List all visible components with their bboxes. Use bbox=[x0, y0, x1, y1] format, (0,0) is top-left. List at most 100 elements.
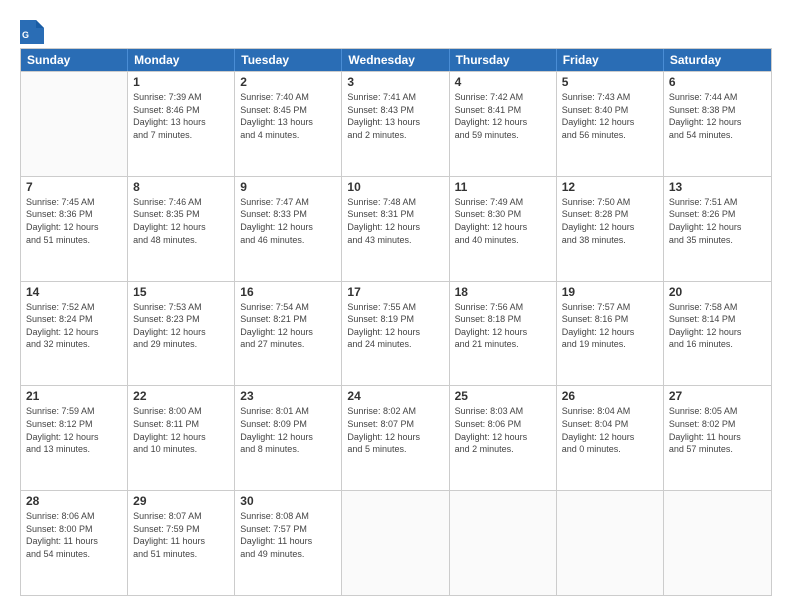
cell-line: Sunset: 8:35 PM bbox=[133, 208, 229, 221]
cell-line: and 46 minutes. bbox=[240, 234, 336, 247]
day-cell-13: 13Sunrise: 7:51 AMSunset: 8:26 PMDayligh… bbox=[664, 177, 771, 281]
empty-cell bbox=[664, 491, 771, 595]
cell-line: and 43 minutes. bbox=[347, 234, 443, 247]
cell-line: Sunrise: 8:03 AM bbox=[455, 405, 551, 418]
day-number: 12 bbox=[562, 180, 658, 194]
cell-line: Daylight: 12 hours bbox=[240, 326, 336, 339]
cell-line: Daylight: 12 hours bbox=[562, 431, 658, 444]
header-day-tuesday: Tuesday bbox=[235, 49, 342, 71]
svg-text:G: G bbox=[22, 30, 29, 40]
cell-line: and 57 minutes. bbox=[669, 443, 766, 456]
cell-line: Sunrise: 8:01 AM bbox=[240, 405, 336, 418]
cell-line: and 35 minutes. bbox=[669, 234, 766, 247]
empty-cell bbox=[450, 491, 557, 595]
cell-line: Sunset: 8:45 PM bbox=[240, 104, 336, 117]
cell-line: and 0 minutes. bbox=[562, 443, 658, 456]
cell-line: Sunrise: 7:42 AM bbox=[455, 91, 551, 104]
cell-line: Sunrise: 8:00 AM bbox=[133, 405, 229, 418]
cell-line: Daylight: 12 hours bbox=[240, 221, 336, 234]
empty-cell bbox=[342, 491, 449, 595]
cell-line: Sunrise: 7:53 AM bbox=[133, 301, 229, 314]
week-row-2: 7Sunrise: 7:45 AMSunset: 8:36 PMDaylight… bbox=[21, 176, 771, 281]
day-cell-17: 17Sunrise: 7:55 AMSunset: 8:19 PMDayligh… bbox=[342, 282, 449, 386]
cell-line: and 54 minutes. bbox=[669, 129, 766, 142]
cell-line: Sunset: 8:30 PM bbox=[455, 208, 551, 221]
cell-line: and 49 minutes. bbox=[240, 548, 336, 561]
day-number: 25 bbox=[455, 389, 551, 403]
cell-line: Sunset: 7:57 PM bbox=[240, 523, 336, 536]
header-day-thursday: Thursday bbox=[450, 49, 557, 71]
day-cell-22: 22Sunrise: 8:00 AMSunset: 8:11 PMDayligh… bbox=[128, 386, 235, 490]
cell-line: Sunrise: 8:06 AM bbox=[26, 510, 122, 523]
cell-line: Daylight: 12 hours bbox=[347, 221, 443, 234]
cell-line: Sunset: 8:28 PM bbox=[562, 208, 658, 221]
day-number: 5 bbox=[562, 75, 658, 89]
page: G SundayMondayTuesdayWednesdayThursdayFr… bbox=[0, 0, 792, 612]
cell-line: and 32 minutes. bbox=[26, 338, 122, 351]
day-cell-27: 27Sunrise: 8:05 AMSunset: 8:02 PMDayligh… bbox=[664, 386, 771, 490]
cell-line: Sunrise: 7:54 AM bbox=[240, 301, 336, 314]
cell-line: Daylight: 12 hours bbox=[669, 326, 766, 339]
cell-line: Sunrise: 8:05 AM bbox=[669, 405, 766, 418]
cell-line: Daylight: 12 hours bbox=[562, 116, 658, 129]
header-day-sunday: Sunday bbox=[21, 49, 128, 71]
cell-line: Sunrise: 7:45 AM bbox=[26, 196, 122, 209]
cell-line: Sunrise: 7:58 AM bbox=[669, 301, 766, 314]
cell-line: Sunrise: 7:46 AM bbox=[133, 196, 229, 209]
day-number: 20 bbox=[669, 285, 766, 299]
day-number: 19 bbox=[562, 285, 658, 299]
day-cell-11: 11Sunrise: 7:49 AMSunset: 8:30 PMDayligh… bbox=[450, 177, 557, 281]
cell-line: Daylight: 13 hours bbox=[133, 116, 229, 129]
cell-line: Sunrise: 7:39 AM bbox=[133, 91, 229, 104]
day-number: 26 bbox=[562, 389, 658, 403]
day-number: 29 bbox=[133, 494, 229, 508]
day-cell-23: 23Sunrise: 8:01 AMSunset: 8:09 PMDayligh… bbox=[235, 386, 342, 490]
day-number: 7 bbox=[26, 180, 122, 194]
cell-line: Sunset: 8:16 PM bbox=[562, 313, 658, 326]
day-number: 8 bbox=[133, 180, 229, 194]
day-number: 28 bbox=[26, 494, 122, 508]
day-number: 17 bbox=[347, 285, 443, 299]
cell-line: Daylight: 12 hours bbox=[240, 431, 336, 444]
day-cell-12: 12 Sunrise: 7:50 AMSunset: 8:28 PMDayligh… bbox=[557, 177, 664, 281]
cell-line: Sunrise: 8:08 AM bbox=[240, 510, 336, 523]
day-cell-29: 29Sunrise: 8:07 AMSunset: 7:59 PMDayligh… bbox=[128, 491, 235, 595]
cell-line: and 51 minutes. bbox=[26, 234, 122, 247]
cell-line: and 54 minutes. bbox=[26, 548, 122, 561]
day-cell-18: 18Sunrise: 7:56 AMSunset: 8:18 PMDayligh… bbox=[450, 282, 557, 386]
day-number: 11 bbox=[455, 180, 551, 194]
cell-line: Daylight: 12 hours bbox=[133, 221, 229, 234]
day-number: 4 bbox=[455, 75, 551, 89]
cell-line: Daylight: 12 hours bbox=[562, 221, 658, 234]
day-cell-7: 7Sunrise: 7:45 AMSunset: 8:36 PMDaylight… bbox=[21, 177, 128, 281]
day-number: 16 bbox=[240, 285, 336, 299]
cell-line: and 40 minutes. bbox=[455, 234, 551, 247]
day-cell-8: 8 Sunrise: 7:46 AMSunset: 8:35 PMDaylight… bbox=[128, 177, 235, 281]
cell-line: Sunrise: 7:50 AM bbox=[562, 196, 658, 209]
cell-line: and 19 minutes. bbox=[562, 338, 658, 351]
day-number: 13 bbox=[669, 180, 766, 194]
cell-line: Sunrise: 7:40 AM bbox=[240, 91, 336, 104]
header-day-monday: Monday bbox=[128, 49, 235, 71]
cell-line: Daylight: 11 hours bbox=[240, 535, 336, 548]
logo-icon: G bbox=[20, 16, 44, 44]
cell-line: and 8 minutes. bbox=[240, 443, 336, 456]
day-number: 30 bbox=[240, 494, 336, 508]
cell-line: Sunrise: 7:49 AM bbox=[455, 196, 551, 209]
cell-line: Sunset: 8:24 PM bbox=[26, 313, 122, 326]
cell-line: Sunset: 8:07 PM bbox=[347, 418, 443, 431]
cell-line: Daylight: 12 hours bbox=[562, 326, 658, 339]
cell-line: Sunrise: 7:56 AM bbox=[455, 301, 551, 314]
cell-line: Sunset: 8:18 PM bbox=[455, 313, 551, 326]
cell-line: Sunset: 8:04 PM bbox=[562, 418, 658, 431]
cell-line: and 13 minutes. bbox=[26, 443, 122, 456]
cell-line: Sunset: 8:00 PM bbox=[26, 523, 122, 536]
week-row-5: 28 Sunrise: 8:06 AMSunset: 8:00 PM Dayligh… bbox=[21, 490, 771, 595]
day-cell-16: 16Sunrise: 7:54 AMSunset: 8:21 PMDayligh… bbox=[235, 282, 342, 386]
day-number: 21 bbox=[26, 389, 122, 403]
cell-line: Sunset: 8:43 PM bbox=[347, 104, 443, 117]
cell-line: Sunset: 8:40 PM bbox=[562, 104, 658, 117]
cell-line: Daylight: 12 hours bbox=[347, 326, 443, 339]
day-cell-28: 28Sunrise: 8:06 AMSunset: 8:00 PMDayligh… bbox=[21, 491, 128, 595]
day-cell-5: 5Sunrise: 7:43 AMSunset: 8:40 PMDaylight… bbox=[557, 72, 664, 176]
